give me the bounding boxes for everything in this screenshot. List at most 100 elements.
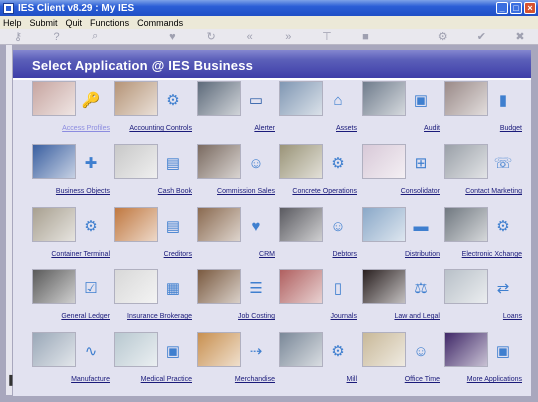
app-tile[interactable]: ⚙ Electronic Xchange — [440, 207, 522, 265]
app-link[interactable]: Assets — [336, 125, 357, 132]
arrows-icon[interactable]: ⇢ — [246, 342, 266, 360]
app-link[interactable]: Alerter — [254, 125, 275, 132]
house-icon[interactable]: ⌂ — [328, 91, 348, 109]
pin-icon[interactable]: ⊤ — [321, 31, 333, 43]
menu-functions[interactable]: Functions — [90, 18, 129, 28]
app-link[interactable]: Cash Book — [158, 188, 192, 195]
network-icon[interactable]: ⊞ — [411, 154, 431, 172]
app-tile[interactable]: ♥ CRM — [193, 207, 275, 265]
menu-quit[interactable]: Quit — [66, 18, 83, 28]
app-photo[interactable] — [32, 81, 76, 116]
app-photo[interactable] — [197, 207, 241, 242]
search-icon[interactable]: ⌕ — [89, 30, 101, 43]
graph-icon[interactable]: ∿ — [81, 342, 101, 360]
confirm-icon[interactable]: ✔ — [475, 31, 487, 43]
menu-submit[interactable]: Submit — [30, 18, 58, 28]
menu-help[interactable]: Help — [3, 18, 22, 28]
app-link[interactable]: Access Profiles — [62, 125, 110, 132]
monitor-icon[interactable]: ▣ — [411, 91, 431, 109]
refresh-icon[interactable]: ↻ — [205, 31, 217, 43]
app-photo[interactable] — [279, 144, 323, 179]
app-link[interactable]: Consolidator — [401, 188, 440, 195]
app-photo[interactable] — [32, 207, 76, 242]
key-icon[interactable]: 🔑 — [81, 91, 101, 109]
app-link[interactable]: Medical Practice — [141, 376, 192, 383]
app-tile[interactable]: ▮ Budget — [440, 81, 522, 139]
app-tile[interactable]: ☺ Debtors — [275, 207, 357, 265]
monitor-icon[interactable]: ▣ — [493, 342, 513, 360]
people-icon[interactable]: ☺ — [328, 217, 348, 235]
app-link[interactable]: CRM — [259, 251, 275, 258]
settings-icon[interactable]: ⚙ — [163, 91, 183, 109]
app-link[interactable]: More Applications — [467, 376, 522, 383]
app-photo[interactable] — [197, 332, 241, 367]
app-tile[interactable]: ☺ Commission Sales — [193, 144, 275, 202]
app-tile[interactable]: ⌂ Assets — [275, 81, 357, 139]
app-photo[interactable] — [362, 269, 406, 304]
app-photo[interactable] — [32, 332, 76, 367]
gear-icon[interactable]: ⚙ — [493, 217, 513, 235]
menu-commands[interactable]: Commands — [137, 18, 183, 28]
app-photo[interactable] — [444, 269, 488, 304]
app-tile[interactable]: ▭ Alerter — [193, 81, 275, 139]
app-tile[interactable]: ⊞ Consolidator — [358, 144, 440, 202]
app-photo[interactable] — [444, 332, 488, 367]
app-photo[interactable] — [197, 144, 241, 179]
app-link[interactable]: Job Costing — [238, 313, 275, 320]
stop-icon[interactable]: ■ — [359, 31, 371, 43]
app-tile[interactable]: 🔑 Access Profiles — [28, 81, 110, 139]
app-link[interactable]: Journals — [331, 313, 357, 320]
app-link[interactable]: Distribution — [405, 251, 440, 258]
app-tile[interactable]: ▣ More Applications — [440, 332, 522, 390]
app-link[interactable]: Electronic Xchange — [462, 251, 522, 258]
help-icon[interactable]: ? — [51, 31, 63, 43]
app-tile[interactable]: ⚙ Concrete Operations — [275, 144, 357, 202]
app-photo[interactable] — [114, 332, 158, 367]
app-tile[interactable]: ▯ Journals — [275, 269, 357, 327]
app-photo[interactable] — [32, 144, 76, 179]
app-photo[interactable] — [362, 81, 406, 116]
app-photo[interactable] — [32, 269, 76, 304]
alert-device-icon[interactable]: ▭ — [246, 91, 266, 109]
app-tile[interactable]: ⇄ Loans — [440, 269, 522, 327]
contact-icon[interactable]: ☏ — [493, 154, 513, 172]
app-tile[interactable]: ☑ General Ledger — [28, 269, 110, 327]
heart-icon[interactable]: ♥ — [246, 217, 266, 235]
app-tile[interactable]: ▣ Audit — [358, 81, 440, 139]
exchange-icon[interactable]: ⇄ — [493, 279, 513, 297]
app-tile[interactable]: ▬ Distribution — [358, 207, 440, 265]
app-link[interactable]: Manufacture — [71, 376, 110, 383]
app-tile[interactable]: ⚖ Law and Legal — [358, 269, 440, 327]
close-icon[interactable]: ✖ — [514, 31, 526, 43]
document-icon[interactable]: ▯ — [328, 279, 348, 297]
checklist-icon[interactable]: ☑ — [81, 279, 101, 297]
credit-card-icon[interactable]: ▤ — [163, 217, 183, 235]
close-window-button[interactable]: × — [524, 2, 536, 14]
app-link[interactable]: Creditors — [164, 251, 192, 258]
truck-icon[interactable]: ▬ — [411, 217, 431, 235]
app-photo[interactable] — [444, 81, 488, 116]
app-photo[interactable] — [362, 144, 406, 179]
app-tile[interactable]: ▦ Insurance Brokerage — [110, 269, 192, 327]
images-icon[interactable]: ▣ — [163, 342, 183, 360]
folders-icon[interactable]: ▦ — [163, 279, 183, 297]
forward-icon[interactable]: » — [282, 31, 294, 43]
app-link[interactable]: Commission Sales — [217, 188, 275, 195]
app-photo[interactable] — [362, 332, 406, 367]
gear-icon[interactable]: ⚙ — [437, 31, 449, 43]
app-link[interactable]: Office Time — [405, 376, 440, 383]
app-photo[interactable] — [444, 207, 488, 242]
app-link[interactable]: Law and Legal — [394, 313, 440, 320]
app-link[interactable]: Mill — [347, 376, 358, 383]
app-tile[interactable]: ⚙ Mill — [275, 332, 357, 390]
app-photo[interactable] — [279, 332, 323, 367]
app-tile[interactable]: ⚙ Accounting Controls — [110, 81, 192, 139]
gear-icon[interactable]: ⚙ — [81, 217, 101, 235]
app-photo[interactable] — [279, 207, 323, 242]
app-photo[interactable] — [197, 81, 241, 116]
app-tile[interactable]: ☺ Office Time — [358, 332, 440, 390]
app-link[interactable]: Accounting Controls — [129, 125, 192, 132]
app-link[interactable]: Business Objects — [56, 188, 110, 195]
app-photo[interactable] — [444, 144, 488, 179]
app-link[interactable]: Audit — [424, 125, 440, 132]
